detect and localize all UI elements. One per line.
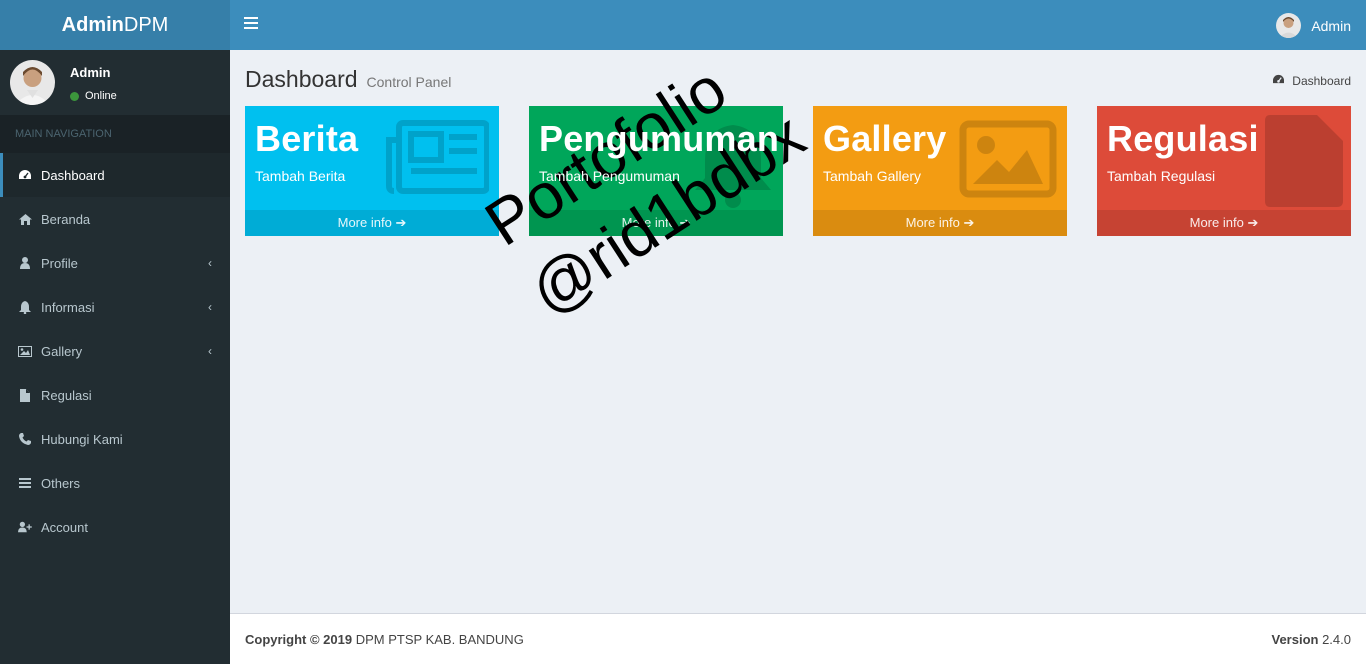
image-icon xyxy=(18,344,32,358)
sidebar-item-beranda[interactable]: Beranda xyxy=(0,197,230,241)
box-subtitle: Tambah Berita xyxy=(255,168,346,184)
nav-header: MAIN NAVIGATION xyxy=(0,115,230,153)
small-box-regulasi: Regulasi Tambah Regulasi More info ➔ xyxy=(1097,106,1351,236)
app-logo[interactable]: AdminDPM xyxy=(0,0,230,50)
arrow-circle-right-icon: ➔ xyxy=(395,215,407,230)
sidebar-user-status: Online xyxy=(70,90,117,102)
more-info-label: More info xyxy=(905,215,960,230)
home-icon xyxy=(18,212,32,226)
version-label: Version xyxy=(1271,632,1319,647)
sidebar-item-label: Regulasi xyxy=(41,387,92,403)
small-box-pengumuman: Pengumuman Tambah Pengumuman More info ➔ xyxy=(529,106,783,236)
sidebar-item-label: Others xyxy=(41,475,81,491)
box-title: Pengumuman xyxy=(539,118,780,159)
sidebar-item-regulasi[interactable]: Regulasi xyxy=(0,373,230,417)
page-subtitle: Control Panel xyxy=(366,74,452,90)
bell-icon xyxy=(18,300,32,314)
box-subtitle: Tambah Pengumuman xyxy=(539,168,680,184)
phone-icon xyxy=(18,432,32,446)
sidebar-item-gallery[interactable]: Gallery ‹ xyxy=(0,329,230,373)
avatar xyxy=(10,60,55,105)
more-info-link[interactable]: More info ➔ xyxy=(813,210,1067,236)
arrow-circle-right-icon: ➔ xyxy=(679,215,691,230)
box-subtitle: Tambah Regulasi xyxy=(1107,168,1216,184)
sidebar-item-label: Informasi xyxy=(41,299,95,315)
sidebar-item-profile[interactable]: Profile ‹ xyxy=(0,241,230,285)
sidebar-item-informasi[interactable]: Informasi ‹ xyxy=(0,285,230,329)
small-box-berita: Berita Tambah Berita More info ➔ xyxy=(245,106,499,236)
top-navbar: Admin xyxy=(230,0,1366,50)
more-info-link[interactable]: More info ➔ xyxy=(1097,210,1351,236)
sidebar-toggle-icon[interactable] xyxy=(244,17,258,31)
more-info-link[interactable]: More info ➔ xyxy=(245,210,499,236)
avatar xyxy=(1276,13,1302,38)
sidebar-item-dashboard[interactable]: Dashboard xyxy=(0,153,230,197)
copyright-org: DPM PTSP KAB. BANDUNG xyxy=(355,632,524,647)
sidebar-item-label: Beranda xyxy=(41,211,91,227)
file-icon xyxy=(18,388,32,402)
small-box-gallery: Gallery Tambah Gallery More info ➔ xyxy=(813,106,1067,236)
chevron-left-icon: ‹ xyxy=(208,300,212,314)
sidebar-item-label: Hubungi Kami xyxy=(41,431,123,447)
sidebar-user-name: Admin xyxy=(70,65,111,80)
box-title: Regulasi xyxy=(1107,118,1259,159)
box-title: Berita xyxy=(255,118,359,159)
sidebar-item-account[interactable]: Account xyxy=(0,505,230,549)
sidebar-item-label: Profile xyxy=(41,255,78,271)
more-info-label: More info xyxy=(621,215,676,230)
dashboard-icon xyxy=(18,168,32,182)
arrow-circle-right-icon: ➔ xyxy=(963,215,975,230)
sidebar: Admin Online MAIN NAVIGATION Dashboard B… xyxy=(0,50,230,664)
sidebar-item-hubungi-kami[interactable]: Hubungi Kami xyxy=(0,417,230,461)
chevron-left-icon: ‹ xyxy=(208,344,212,358)
user-plus-icon xyxy=(18,520,32,534)
box-subtitle: Tambah Gallery xyxy=(823,168,922,184)
user-icon xyxy=(18,256,32,270)
breadcrumb[interactable]: Dashboard xyxy=(1272,74,1351,88)
chevron-left-icon: ‹ xyxy=(208,256,212,270)
arrow-circle-right-icon: ➔ xyxy=(1247,215,1259,230)
content-header: Dashboard Control Panel xyxy=(245,66,451,93)
bars-icon xyxy=(18,476,32,490)
logo-rest-text: DPM xyxy=(123,14,169,36)
dashboard-icon xyxy=(1272,74,1285,88)
copyright-text: Copyright © 2019 DPM PTSP KAB. BANDUNG xyxy=(245,632,524,647)
more-info-label: More info xyxy=(337,215,392,230)
user-menu[interactable]: Admin xyxy=(1276,13,1351,38)
status-text: Online xyxy=(85,90,117,102)
breadcrumb-label: Dashboard xyxy=(1292,74,1351,88)
version-number: 2.4.0 xyxy=(1322,632,1351,647)
sidebar-item-label: Gallery xyxy=(41,343,83,359)
more-info-label: More info xyxy=(1189,215,1244,230)
box-title: Gallery xyxy=(823,118,947,159)
sidebar-user-panel: Admin Online xyxy=(0,50,230,115)
version-text: Version 2.4.0 xyxy=(1271,632,1351,647)
sidebar-item-label: Account xyxy=(41,519,88,535)
user-menu-name: Admin xyxy=(1311,17,1351,34)
logo-bold-text: Admin xyxy=(61,14,124,36)
copyright-bold: Copyright © 2019 xyxy=(245,632,353,647)
sidebar-item-label: Dashboard xyxy=(41,167,105,183)
sidebar-item-others[interactable]: Others xyxy=(0,461,230,505)
page-title: Dashboard xyxy=(245,66,358,92)
online-status-icon xyxy=(70,91,79,101)
main-footer: Copyright © 2019 DPM PTSP KAB. BANDUNG V… xyxy=(230,613,1366,664)
